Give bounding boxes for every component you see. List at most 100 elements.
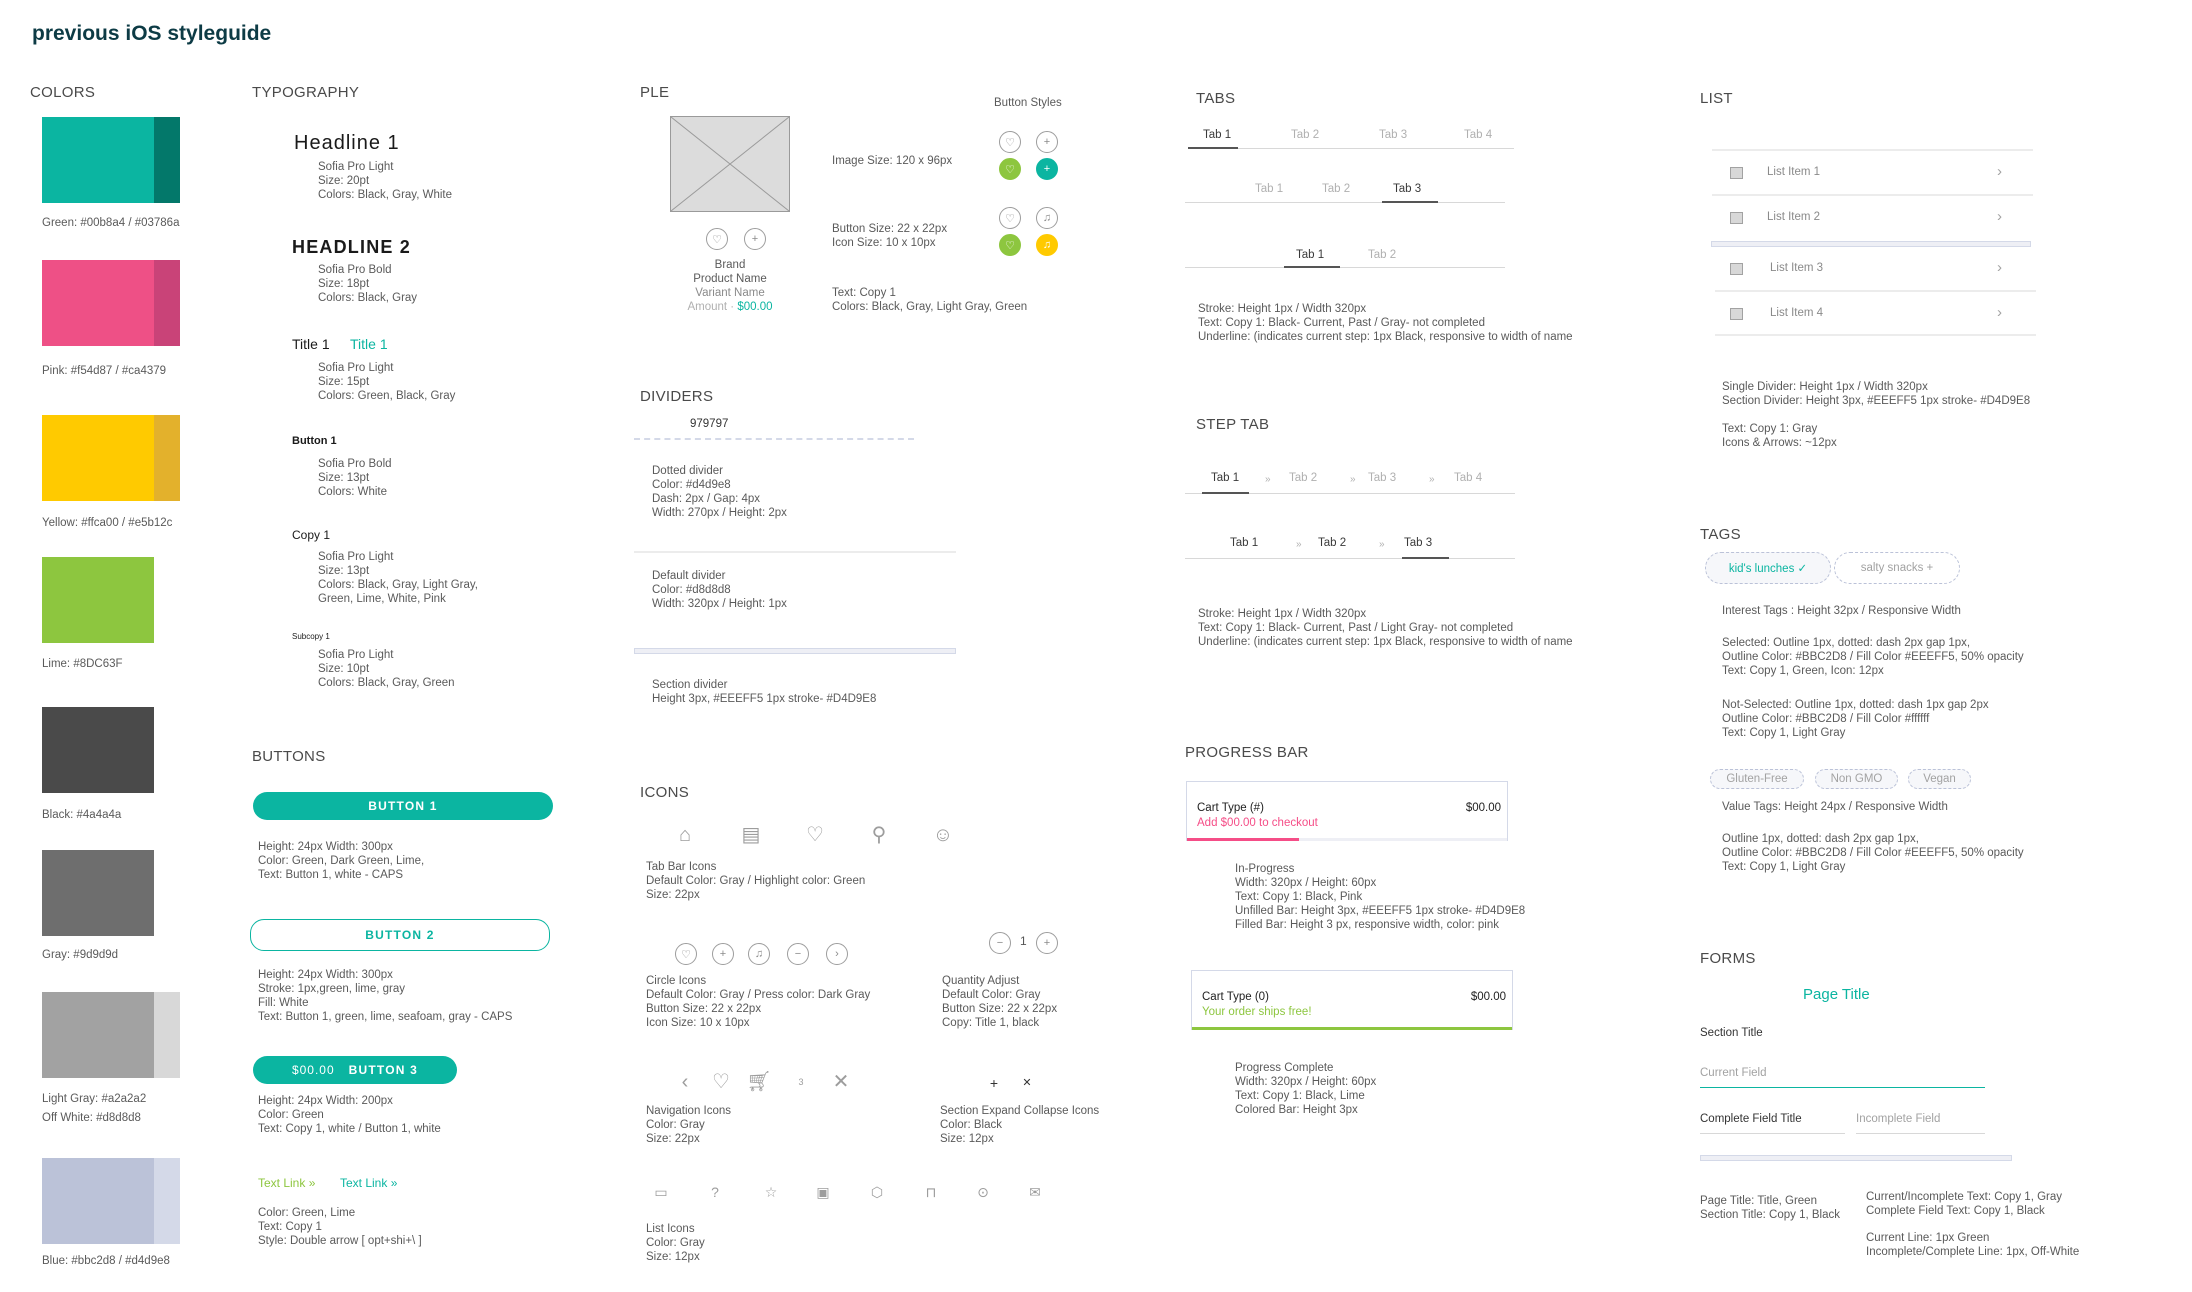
step-tab-row2-3[interactable]: Tab 3 [1404, 537, 1432, 554]
ple-favorite-button[interactable]: ♡ [706, 228, 728, 250]
plus-icon: + [751, 233, 759, 245]
tab-row2-1[interactable]: Tab 1 [1255, 183, 1283, 200]
quantity-value: 1 [1020, 934, 1027, 948]
heart-icon[interactable]: ♡ [802, 824, 828, 846]
tab-row2-3[interactable]: Tab 3 [1393, 183, 1421, 200]
list-divider [1712, 194, 2033, 196]
value-tag[interactable]: Non GMO [1815, 769, 1898, 789]
smiley-icon[interactable]: ☺ [930, 824, 956, 846]
list-item[interactable]: List Item 4 › [1712, 296, 2032, 338]
text-link-lime[interactable]: Text Link » [258, 1176, 315, 1190]
credit-card-icon: ▭ [654, 1184, 668, 1200]
collapse-x-icon[interactable]: ✕ [1016, 1075, 1038, 1091]
list-item[interactable]: List Item 2 › [1712, 200, 2032, 242]
list-text-note: Text: Copy 1: Gray Icons & Arrows: ~12px [1722, 423, 1837, 449]
ple-add-button[interactable]: + [744, 228, 766, 250]
style-plus-outline[interactable]: + [1036, 131, 1058, 153]
step-tab-row1-4[interactable]: Tab 4 [1454, 472, 1482, 489]
button-3[interactable]: $00.00 BUTTON 3 [253, 1056, 457, 1084]
step-tab-row1-2[interactable]: Tab 2 [1289, 472, 1317, 489]
incomplete-field-input[interactable]: Incomplete Field [1856, 1113, 1985, 1134]
list-item[interactable]: List Item 3 › [1712, 251, 2032, 293]
interest-tag-unselected[interactable]: salty snacks + [1834, 552, 1960, 584]
value-tag[interactable]: Gluten-Free [1710, 769, 1804, 789]
complete-field-input[interactable]: Complete Field Title [1700, 1113, 1845, 1134]
interest-tag-selected[interactable]: kid's lunches ✓ [1705, 552, 1831, 584]
style-heart-filled[interactable]: ♡ [999, 158, 1021, 180]
tab-row1-1[interactable]: Tab 1 [1203, 129, 1231, 146]
tab-row1-underline [1188, 147, 1238, 149]
list-item-checkbox[interactable] [1730, 167, 1743, 179]
step-separator-icon: » [1350, 474, 1356, 485]
style-bell-filled[interactable]: ♫ [1036, 234, 1058, 256]
step-tab-heading: STEP TAB [1196, 416, 1270, 433]
step-separator-icon: » [1379, 539, 1385, 550]
plus-icon: + [1043, 163, 1051, 175]
back-chevron-icon[interactable]: ‹ [672, 1071, 698, 1093]
cart-title: Cart Type (0) [1202, 991, 1269, 1003]
newspaper-icon[interactable]: ▤ [738, 824, 764, 846]
heart-icon[interactable]: ♡ [708, 1071, 734, 1093]
tab-row3-2[interactable]: Tab 2 [1368, 249, 1396, 266]
step-tab-note: Stroke: Height 1px / Width 320px Text: C… [1198, 608, 1573, 648]
step-tab-row1-3[interactable]: Tab 3 [1368, 472, 1396, 489]
circle-chevron-right-icon[interactable]: › [826, 943, 848, 965]
ple-text-note: Text: Copy 1 Colors: Black, Gray, Light … [832, 287, 1028, 313]
ple-variant-name: Variant Name [695, 287, 765, 299]
circle-minus-icon[interactable]: − [787, 943, 809, 965]
step-tab-row2-2[interactable]: Tab 2 [1318, 537, 1346, 554]
current-field-input[interactable]: Current Field [1700, 1067, 1985, 1088]
list-item-checkbox[interactable] [1730, 308, 1743, 320]
button-1[interactable]: BUTTON 1 [253, 792, 553, 820]
heart-icon: ♡ [1005, 136, 1015, 149]
circle-bell-icon[interactable]: ♫ [748, 943, 770, 965]
style-heart-outline[interactable]: ♡ [999, 131, 1021, 153]
headline-1-meta: Sofia Pro Light Size: 20pt Colors: Black… [318, 161, 452, 201]
search-icon[interactable]: ⚲ [866, 824, 892, 846]
step-tab-row2-1[interactable]: Tab 1 [1230, 537, 1258, 554]
tab-bar-icons-note: Tab Bar Icons Default Color: Gray / High… [646, 861, 866, 901]
value-tag[interactable]: Vegan [1908, 769, 1971, 789]
color-swatch-blue [42, 1158, 180, 1244]
product-image-placeholder [670, 116, 790, 212]
tab-row1-3[interactable]: Tab 3 [1379, 129, 1407, 146]
selected-tag-note: Selected: Outline 1px, dotted: dash 2px … [1722, 637, 2024, 677]
heart-icon: ♡ [1005, 239, 1015, 252]
store-icon[interactable]: ⌂ [672, 824, 698, 846]
circle-heart-icon[interactable]: ♡ [675, 943, 697, 965]
button-2[interactable]: BUTTON 2 [250, 919, 550, 951]
style-plus-filled[interactable]: + [1036, 158, 1058, 180]
list-item-checkbox[interactable] [1730, 212, 1743, 224]
quantity-decrease-button[interactable]: − [989, 932, 1011, 954]
tab-row1-2[interactable]: Tab 2 [1291, 129, 1319, 146]
page-title: previous iOS styleguide [32, 22, 272, 45]
close-icon[interactable]: ✕ [828, 1071, 854, 1093]
in-progress-note: In-Progress Width: 320px / Height: 60px … [1235, 863, 1526, 931]
tabs-row-1-stroke [1196, 148, 1514, 149]
list-item-checkbox[interactable] [1730, 263, 1743, 275]
ple-amount-label: Amount [687, 301, 728, 313]
circle-plus-icon[interactable]: + [712, 943, 734, 965]
step-separator-icon: » [1429, 474, 1435, 485]
tab-row3-1[interactable]: Tab 1 [1296, 249, 1324, 266]
list-section-divider [1711, 241, 2031, 247]
style-heart-filled-2[interactable]: ♡ [999, 234, 1021, 256]
style-heart-outline-2[interactable]: ♡ [999, 207, 1021, 229]
tab-row1-4[interactable]: Tab 4 [1464, 129, 1492, 146]
list-item[interactable]: List Item 1 › [1712, 155, 2032, 197]
tab-row2-2[interactable]: Tab 2 [1322, 183, 1350, 200]
cart-badge-icon[interactable]: 3 [788, 1071, 814, 1093]
quantity-increase-button[interactable]: + [1036, 932, 1058, 954]
buttons-heading: BUTTONS [252, 748, 326, 765]
progress-fill [1192, 1027, 1512, 1030]
text-link-green[interactable]: Text Link » [340, 1176, 397, 1190]
cart-icon[interactable]: 🛒︎ [746, 1071, 772, 1093]
list-item-label: List Item 3 [1770, 262, 1824, 274]
cart-subtitle: Add $00.00 to checkout [1197, 817, 1318, 829]
step-tab-row1-1[interactable]: Tab 1 [1211, 472, 1239, 489]
expand-plus-icon[interactable]: + [983, 1075, 1005, 1091]
ple-product-info: Brand Product Name Variant Name Amount ·… [670, 258, 790, 314]
swatch-secondary [154, 117, 180, 203]
subcopy-1-sample: Subcopy 1 [292, 632, 330, 641]
style-bell-outline[interactable]: ♫ [1036, 207, 1058, 229]
